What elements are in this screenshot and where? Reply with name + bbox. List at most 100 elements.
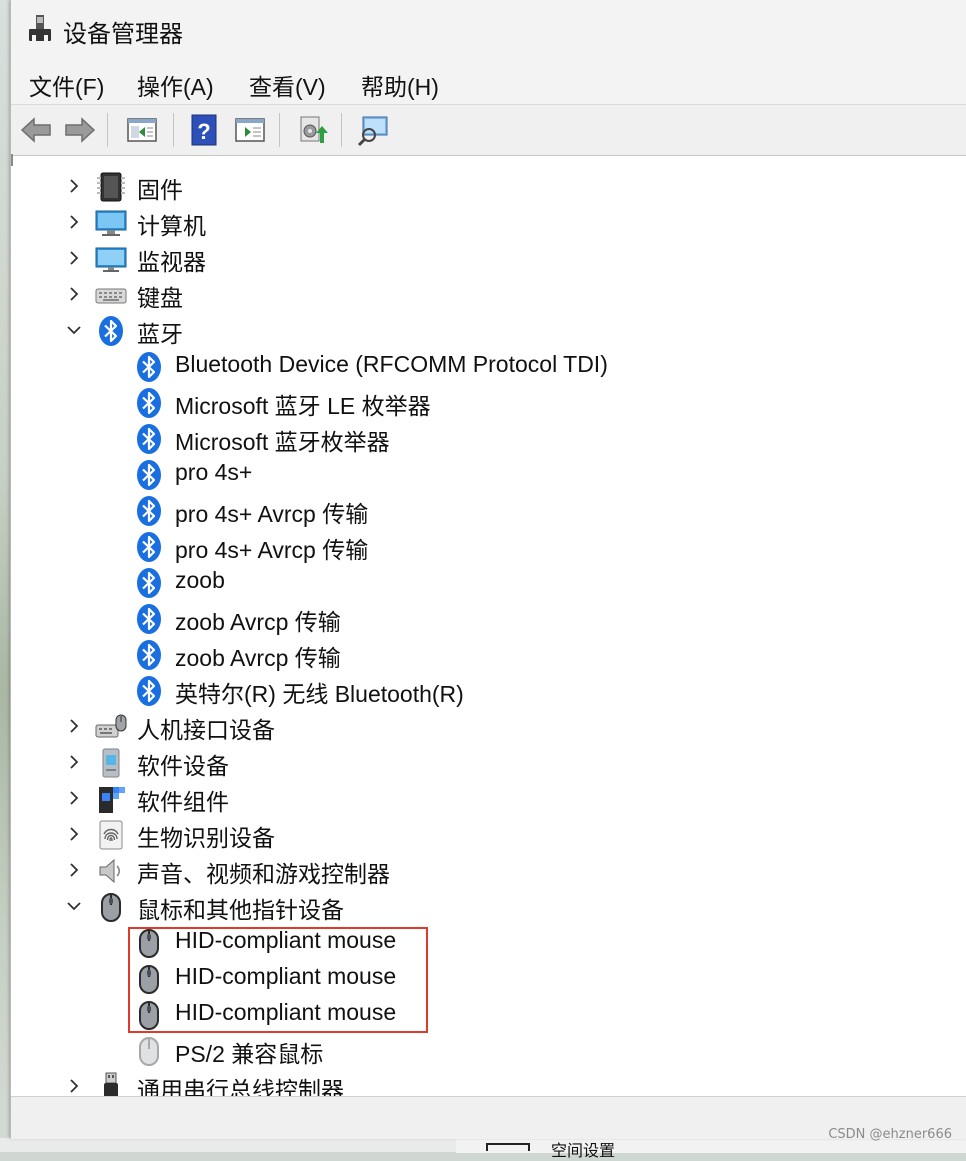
- help-icon[interactable]: ?: [187, 113, 221, 147]
- monitor-icon: [95, 243, 127, 275]
- toolbar-separator: [107, 113, 108, 147]
- device-tree: 固件计算机监视器 键盘蓝牙 Bluetooth Device (RFCOMM Pro…: [11, 166, 963, 1096]
- tree-device[interactable]: 英特尔(R) 无线 Bluetooth(R): [11, 672, 951, 708]
- tree-item-label: 固件: [137, 177, 183, 203]
- chevron-right-icon[interactable]: [65, 213, 83, 231]
- device-manager-app-icon: [29, 15, 51, 41]
- background-window-text: 空间设置: [551, 1143, 616, 1160]
- bluetooth-icon: [133, 675, 165, 707]
- tree-item-label: 蓝牙: [137, 321, 183, 347]
- tree-category[interactable]: 软件设备: [11, 744, 951, 780]
- chevron-right-icon[interactable]: [65, 285, 83, 303]
- tree-item-label: 英特尔(R) 无线 Bluetooth(R): [175, 681, 464, 707]
- tree-category[interactable]: 键盘: [11, 276, 951, 312]
- menu-action[interactable]: 操作(A): [137, 68, 214, 102]
- speaker-icon: [95, 855, 127, 887]
- tree-category[interactable]: 监视器: [11, 240, 951, 276]
- chevron-right-icon[interactable]: [65, 789, 83, 807]
- tree-item-label: pro 4s+: [175, 459, 253, 485]
- chevron-right-icon[interactable]: [65, 249, 83, 267]
- tree-category[interactable]: 声音、视频和游戏控制器: [11, 852, 951, 888]
- update-driver-icon[interactable]: [295, 113, 329, 147]
- tree-item-label: HID-compliant mouse: [175, 963, 397, 989]
- svg-text:?: ?: [197, 119, 210, 144]
- forward-arrow-icon[interactable]: [63, 113, 97, 147]
- tree-item-label: Bluetooth Device (RFCOMM Protocol TDI): [175, 351, 608, 377]
- menu-help[interactable]: 帮助(H): [361, 68, 439, 102]
- chevron-right-icon[interactable]: [65, 861, 83, 879]
- tree-item-label: Microsoft 蓝牙 LE 枚举器: [175, 393, 431, 419]
- tree-device[interactable]: zoob Avrcp 传输: [11, 636, 951, 672]
- tree-device[interactable]: HID-compliant mouse: [11, 924, 951, 960]
- tree-item-label: 计算机: [137, 213, 206, 239]
- bluetooth-icon: [133, 423, 165, 455]
- tree-category[interactable]: 通用串行总线控制器: [11, 1068, 951, 1096]
- background-window-icon: [486, 1143, 530, 1151]
- tree-category[interactable]: 计算机: [11, 204, 951, 240]
- tree-device[interactable]: pro 4s+ Avrcp 传输: [11, 528, 951, 564]
- bluetooth-icon: [133, 603, 165, 635]
- tree-category[interactable]: 人机接口设备: [11, 708, 951, 744]
- firmware-icon: [95, 171, 127, 203]
- chevron-right-icon[interactable]: [65, 753, 83, 771]
- tree-device[interactable]: zoob: [11, 564, 951, 600]
- status-bar: [11, 1096, 966, 1139]
- action-pane-icon[interactable]: [233, 113, 267, 147]
- chevron-down-icon[interactable]: [65, 321, 83, 339]
- tree-category[interactable]: 生物识别设备: [11, 816, 951, 852]
- device-manager-window: 设备管理器 文件(F) 操作(A) 查看(V) 帮助(H) ? 固件 计算机 监…: [10, 0, 966, 1139]
- chevron-right-icon[interactable]: [65, 1077, 83, 1095]
- keyboard-icon: [95, 279, 127, 311]
- menu-bar: 文件(F) 操作(A) 查看(V) 帮助(H): [11, 62, 966, 104]
- toolbar-separator: [173, 113, 174, 147]
- tree-device[interactable]: pro 4s+: [11, 456, 951, 492]
- bluetooth-icon: [133, 387, 165, 419]
- bluetooth-icon: [133, 531, 165, 563]
- back-arrow-icon[interactable]: [19, 113, 53, 147]
- desktop-background: [0, 0, 10, 1152]
- tree-device[interactable]: Microsoft 蓝牙枚举器: [11, 420, 951, 456]
- bluetooth-icon: [133, 351, 165, 383]
- hid-icon: [95, 711, 127, 743]
- mouse-icon: [133, 963, 165, 995]
- chevron-right-icon[interactable]: [65, 177, 83, 195]
- title-bar: 设备管理器: [11, 0, 966, 62]
- tree-item-label: PS/2 兼容鼠标: [175, 1041, 324, 1067]
- fingerprint-icon: [95, 819, 127, 851]
- tree-item-label: 监视器: [137, 249, 206, 275]
- tree-item-label: zoob Avrcp 传输: [175, 645, 341, 671]
- tree-item-label: 软件组件: [137, 789, 229, 815]
- chevron-right-icon[interactable]: [65, 825, 83, 843]
- menu-view[interactable]: 查看(V): [249, 68, 326, 102]
- tree-device[interactable]: HID-compliant mouse: [11, 960, 951, 996]
- scan-hardware-changes-icon[interactable]: [357, 113, 391, 147]
- toolbar: ?: [11, 104, 966, 156]
- bluetooth-icon: [133, 459, 165, 491]
- tree-device[interactable]: zoob Avrcp 传输: [11, 600, 951, 636]
- chevron-right-icon[interactable]: [65, 717, 83, 735]
- tree-device[interactable]: Microsoft 蓝牙 LE 枚举器: [11, 384, 951, 420]
- tree-device[interactable]: HID-compliant mouse: [11, 996, 951, 1032]
- tree-item-label: 声音、视频和游戏控制器: [137, 861, 390, 887]
- mouse-icon: [133, 999, 165, 1031]
- tree-category[interactable]: 鼠标和其他指针设备: [11, 888, 951, 924]
- tree-device[interactable]: Bluetooth Device (RFCOMM Protocol TDI): [11, 348, 951, 384]
- tree-item-label: HID-compliant mouse: [175, 927, 397, 953]
- mouse-disabled-icon: [133, 1035, 165, 1067]
- tree-category[interactable]: 蓝牙: [11, 312, 951, 348]
- chevron-down-icon[interactable]: [65, 897, 83, 915]
- tree-category[interactable]: 固件: [11, 168, 951, 204]
- menu-file[interactable]: 文件(F): [29, 68, 104, 102]
- tree-item-label: 软件设备: [137, 753, 229, 779]
- tree-item-label: 生物识别设备: [137, 825, 275, 851]
- tree-category[interactable]: 软件组件: [11, 780, 951, 816]
- software-device-icon: [95, 747, 127, 779]
- tree-device[interactable]: PS/2 兼容鼠标: [11, 1032, 951, 1068]
- tree-item-label: 人机接口设备: [137, 717, 275, 743]
- window-title: 设备管理器: [63, 21, 183, 48]
- mouse-icon: [133, 927, 165, 959]
- show-hide-console-tree-icon[interactable]: [125, 113, 159, 147]
- tree-item-label: 鼠标和其他指针设备: [137, 897, 344, 923]
- tree-item-label: HID-compliant mouse: [175, 999, 397, 1025]
- tree-device[interactable]: pro 4s+ Avrcp 传输: [11, 492, 951, 528]
